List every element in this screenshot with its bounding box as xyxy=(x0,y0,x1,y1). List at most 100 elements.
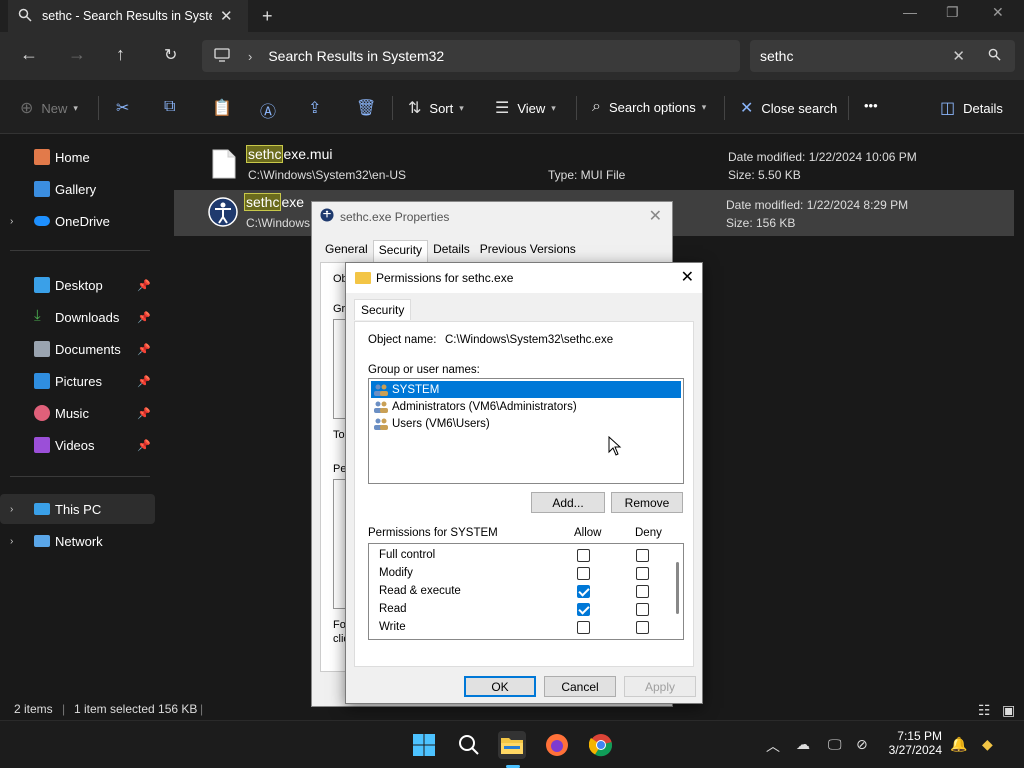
paste-button[interactable]: 📋 xyxy=(212,98,240,118)
search-input[interactable]: sethc ✕ xyxy=(750,40,1015,72)
sidebar-item-onedrive[interactable]: › OneDrive xyxy=(0,206,155,236)
chevron-right-icon[interactable]: › xyxy=(10,536,13,547)
sidebar-item-desktop[interactable]: Desktop 📌 xyxy=(0,270,155,300)
rename-button[interactable]: Ⓐ xyxy=(260,98,284,122)
cancel-button[interactable]: Cancel xyxy=(544,676,616,697)
forward-button[interactable]: → xyxy=(68,44,86,65)
rename-icon: Ⓐ xyxy=(260,104,277,121)
display-icon[interactable]: 🖵 xyxy=(828,736,842,753)
up-button[interactable]: ↑ xyxy=(116,44,125,65)
refresh-button[interactable]: ↻ xyxy=(164,45,177,65)
deny-checkbox[interactable] xyxy=(636,567,649,580)
tab-details[interactable]: Details xyxy=(428,240,475,262)
minimize-button[interactable]: — xyxy=(903,4,917,20)
search-icon[interactable] xyxy=(988,48,1001,64)
maximize-button[interactable]: ❐ xyxy=(946,4,959,21)
deny-checkbox[interactable] xyxy=(636,549,649,562)
copy-button[interactable]: ⧉ xyxy=(164,98,183,116)
sidebar-item-pictures[interactable]: Pictures 📌 xyxy=(0,366,155,396)
sidebar-item-network[interactable]: › Network xyxy=(0,526,155,556)
sidebar-item-home[interactable]: Home xyxy=(0,142,155,172)
allow-checkbox[interactable] xyxy=(577,549,590,562)
permissions-for-label: Permissions for SYSTEM xyxy=(368,527,498,539)
allow-checkbox[interactable] xyxy=(577,585,590,598)
details-pane-button[interactable]: ◫ Details xyxy=(940,98,1003,118)
chevron-right-icon[interactable]: › xyxy=(10,504,13,515)
window-close-button[interactable]: ✕ xyxy=(992,4,1004,21)
close-icon[interactable]: ✕ xyxy=(681,267,694,287)
apply-button[interactable]: Apply xyxy=(624,676,696,697)
pin-icon: 📌 xyxy=(137,279,151,292)
copilot-icon[interactable]: ◆ xyxy=(982,736,993,753)
explorer-tab[interactable]: sethc - Search Results in Syster ✕ xyxy=(8,0,248,32)
sidebar-item-this-pc[interactable]: › This PC xyxy=(0,494,155,524)
search-options-button[interactable]: ⌕ Search options ▾ xyxy=(592,98,706,116)
file-explorer-taskbar-button[interactable] xyxy=(498,731,526,759)
allow-column-header: Allow xyxy=(574,527,602,539)
firefox-button[interactable] xyxy=(543,731,571,759)
permission-row: Read xyxy=(369,601,669,619)
remove-button[interactable]: Remove xyxy=(611,492,683,513)
more-options-button[interactable]: ••• xyxy=(864,98,878,113)
breadcrumb[interactable]: Search Results in System32 xyxy=(268,48,444,64)
chevron-up-icon[interactable]: ︿ xyxy=(766,736,780,756)
list-item[interactable]: Administrators (VM6\Administrators) xyxy=(371,398,681,415)
clear-search-icon[interactable]: ✕ xyxy=(952,47,965,65)
sidebar-item-documents[interactable]: Documents 📌 xyxy=(0,334,155,364)
add-button[interactable]: Add... xyxy=(531,492,605,513)
network-status-icon[interactable]: ⊘ xyxy=(856,736,868,753)
list-item[interactable]: Users (VM6\Users) xyxy=(371,415,681,432)
search-button[interactable] xyxy=(455,731,483,759)
file-row[interactable]: sethc exe.mui C:\Windows\System32\en-US T… xyxy=(176,142,1016,188)
notification-bell-icon[interactable]: 🔔 xyxy=(950,736,967,753)
permissions-list[interactable]: Full control Modify Read & execute Read xyxy=(368,543,684,640)
close-search-button[interactable]: ✕ Close search xyxy=(740,98,837,118)
chevron-right-icon[interactable]: › xyxy=(10,216,13,227)
tab-general[interactable]: General xyxy=(320,240,373,262)
deny-checkbox[interactable] xyxy=(636,621,649,634)
address-bar[interactable]: › Search Results in System32 xyxy=(202,40,740,72)
users-icon xyxy=(374,418,388,430)
close-icon[interactable]: ✕ xyxy=(649,206,662,226)
pin-icon: 📌 xyxy=(137,407,151,420)
allow-checkbox[interactable] xyxy=(577,621,590,634)
allow-checkbox[interactable] xyxy=(577,603,590,616)
sidebar-item-downloads[interactable]: ⤓ Downloads 📌 xyxy=(0,302,155,332)
deny-checkbox[interactable] xyxy=(636,585,649,598)
sidebar-item-gallery[interactable]: Gallery xyxy=(0,174,155,204)
clock[interactable]: 7:15 PM 3/27/2024 xyxy=(880,729,942,757)
delete-button[interactable]: 🗑 xyxy=(356,98,384,118)
list-item[interactable]: SYSTEM xyxy=(371,381,681,398)
cloud-offline-icon[interactable]: ☁ xyxy=(796,736,810,753)
new-tab-button[interactable]: + xyxy=(262,6,273,27)
share-button[interactable]: ⇪ xyxy=(308,98,329,118)
sort-button[interactable]: ⇅ Sort ▾ xyxy=(408,98,464,118)
file-name: sethc exe.mui xyxy=(246,145,333,163)
file-size: Size: 5.50 KB xyxy=(728,168,801,182)
divider xyxy=(392,96,393,120)
tab-previous-versions[interactable]: Previous Versions xyxy=(475,240,581,262)
cut-button[interactable]: ✂ xyxy=(116,98,137,118)
item-count: 2 items xyxy=(14,702,53,716)
details-view-icon[interactable]: ☷ xyxy=(978,702,991,719)
chevron-down-icon: ▾ xyxy=(73,102,78,113)
deny-checkbox[interactable] xyxy=(636,603,649,616)
chrome-button[interactable] xyxy=(587,731,615,759)
start-button[interactable] xyxy=(410,731,438,759)
tab-close-icon[interactable]: ✕ xyxy=(220,7,233,25)
ok-button[interactable]: OK xyxy=(464,676,536,697)
view-button[interactable]: ☰ View ▾ xyxy=(495,98,556,118)
scrollbar-thumb[interactable] xyxy=(676,562,679,614)
back-button[interactable]: ← xyxy=(20,44,38,65)
accessibility-app-icon xyxy=(208,197,238,227)
new-button[interactable]: ⊕ New ▾ xyxy=(20,98,78,118)
sidebar-item-music[interactable]: Music 📌 xyxy=(0,398,155,428)
desktop-icon xyxy=(34,277,50,293)
firefox-icon xyxy=(546,734,568,756)
tab-security[interactable]: Security xyxy=(372,240,429,262)
sidebar-item-videos[interactable]: Videos 📌 xyxy=(0,430,155,460)
allow-checkbox[interactable] xyxy=(577,567,590,580)
group-user-list[interactable]: SYSTEM Administrators (VM6\Administrator… xyxy=(368,378,684,484)
tiles-view-icon[interactable]: ▣ xyxy=(1002,702,1015,719)
tab-security[interactable]: Security xyxy=(354,299,412,320)
